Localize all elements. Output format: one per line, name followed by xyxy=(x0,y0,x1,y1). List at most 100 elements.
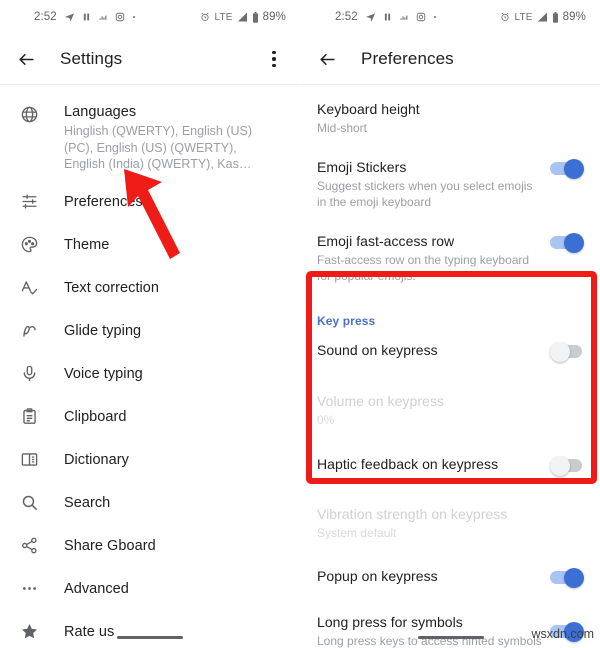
pref-title: Emoji Stickers xyxy=(317,159,407,175)
pause-icon xyxy=(82,12,91,22)
back-arrow-icon[interactable] xyxy=(314,46,340,72)
pref-text: Vibration strength on keypress System de… xyxy=(317,505,584,541)
left-phone-screen: 2:52 LTE 89% Settings Languages Hinglish… xyxy=(0,0,300,648)
instagram-icon xyxy=(416,12,426,22)
sidebar-item-label: Share Gboard xyxy=(64,537,156,554)
sidebar-item-search[interactable]: Search xyxy=(0,482,300,525)
sidebar-item-text: Theme xyxy=(64,224,109,262)
sidebar-item-preferences[interactable]: Preferences xyxy=(0,181,300,224)
page-title: Settings xyxy=(60,49,123,68)
palette-icon xyxy=(16,232,42,258)
toggle-knob xyxy=(550,342,570,362)
gesture-icon xyxy=(16,318,42,344)
sidebar-item-sublabel: Hinglish (QWERTY), English (US) (PC), En… xyxy=(64,124,253,171)
sidebar-item-text: Search xyxy=(64,482,110,520)
pref-row-sound-on-keypress[interactable]: Sound on keypress xyxy=(301,330,600,374)
sidebar-item-label: Voice typing xyxy=(64,365,143,382)
pref-text: Long press for symbols Long press keys t… xyxy=(317,613,550,648)
pref-row-vibration-strength-on-keypress: Vibration strength on keypress System de… xyxy=(301,488,600,547)
status-bar-left: 2:52 LTE 89% xyxy=(0,0,300,34)
toggle-popup-on-keypress[interactable] xyxy=(550,568,584,588)
sidebar-item-text: Voice typing xyxy=(64,353,143,391)
toggle-knob xyxy=(550,456,570,476)
pref-text: Popup on keypress xyxy=(317,567,550,586)
pref-text: Keyboard height Mid-short xyxy=(317,100,584,136)
pref-row-haptic-feedback-on-keypress[interactable]: Haptic feedback on keypress xyxy=(301,444,600,488)
status-time: 2:52 xyxy=(34,11,57,23)
sidebar-item-label: Search xyxy=(64,494,111,511)
sidebar-item-share-gboard[interactable]: Share Gboard xyxy=(0,525,300,568)
pref-title: Long press for symbols xyxy=(317,614,463,630)
sidebar-item-theme[interactable]: Theme xyxy=(0,224,300,267)
dot-icon xyxy=(433,15,437,19)
signal-icon xyxy=(237,12,248,22)
pref-text: Emoji Stickers Suggest stickers when you… xyxy=(317,158,550,210)
sidebar-item-glide-typing[interactable]: Glide typing xyxy=(0,310,300,353)
status-bar-right: 2:52 LTE 89% xyxy=(301,0,600,34)
sidebar-item-label: Preferences xyxy=(64,193,143,210)
toggle-emoji-stickers[interactable] xyxy=(550,159,584,179)
pref-title: Keyboard height xyxy=(317,101,420,117)
toggle-emoji-fast-access-row[interactable] xyxy=(550,233,584,253)
home-indicator xyxy=(417,636,484,639)
sidebar-item-text: Dictionary xyxy=(64,439,129,477)
sidebar-item-dictionary[interactable]: Dictionary xyxy=(0,439,300,482)
sidebar-item-rate-us[interactable]: Rate us xyxy=(0,611,300,648)
alarm-icon xyxy=(200,12,210,22)
battery-icon xyxy=(552,11,559,23)
network-type-label: LTE xyxy=(514,11,533,23)
pref-title: Emoji fast-access row xyxy=(317,233,455,249)
sidebar-item-text: Languages Hinglish (QWERTY), English (US… xyxy=(64,93,279,181)
battery-percent: 89% xyxy=(562,11,586,23)
sidebar-item-clipboard[interactable]: Clipboard xyxy=(0,396,300,439)
more-horizontal-icon xyxy=(16,576,42,602)
pref-sub: Fast-access row on the typing keyboard f… xyxy=(317,253,530,283)
battery-percent: 89% xyxy=(262,11,286,23)
sidebar-item-voice-typing[interactable]: Voice typing xyxy=(0,353,300,396)
pause-icon xyxy=(383,12,392,22)
toggle-knob xyxy=(564,233,584,253)
sliders-icon xyxy=(16,189,42,215)
pref-title: Sound on keypress xyxy=(317,342,438,358)
spellcheck-icon xyxy=(16,275,42,301)
pref-text: Sound on keypress xyxy=(317,341,550,360)
sidebar-item-label: Rate us xyxy=(64,623,115,640)
pref-title: Volume on keypress xyxy=(317,393,444,409)
battery-icon xyxy=(252,11,259,23)
location-arrow-icon xyxy=(365,12,376,23)
pref-row-keyboard-height[interactable]: Keyboard height Mid-short xyxy=(301,89,600,147)
toggle-haptic-feedback-on-keypress[interactable] xyxy=(550,456,584,476)
sidebar-item-languages[interactable]: Languages Hinglish (QWERTY), English (US… xyxy=(0,93,300,181)
toggle-knob xyxy=(564,568,584,588)
pref-title: Vibration strength on keypress xyxy=(317,506,508,522)
pref-sub: System default xyxy=(317,526,397,540)
search-icon xyxy=(16,490,42,516)
back-arrow-icon[interactable] xyxy=(13,46,39,72)
sidebar-item-text-correction[interactable]: Text correction xyxy=(0,267,300,310)
section-header-key-press: Key press xyxy=(317,314,376,328)
settings-list: Languages Hinglish (QWERTY), English (US… xyxy=(0,85,300,648)
notification-icon xyxy=(98,13,108,22)
pref-sub: Mid-short xyxy=(317,121,368,135)
pref-row-volume-on-keypress: Volume on keypress 0% xyxy=(301,374,600,444)
sidebar-item-text: Text correction xyxy=(64,267,159,305)
pref-row-emoji-fast-access-row[interactable]: Emoji fast-access row Fast-access row on… xyxy=(301,221,600,295)
sidebar-item-label: Clipboard xyxy=(64,408,127,425)
sidebar-item-label: Text correction xyxy=(64,279,160,296)
status-bar-right-group: LTE 89% xyxy=(500,11,586,23)
sidebar-item-text: Share Gboard xyxy=(64,525,156,563)
pref-row-popup-on-keypress[interactable]: Popup on keypress xyxy=(301,556,600,600)
status-bar-right-group: LTE 89% xyxy=(200,11,286,23)
instagram-icon xyxy=(115,12,125,22)
pref-sub: 0% xyxy=(317,413,335,427)
dot-icon xyxy=(132,15,136,19)
overflow-menu-icon[interactable] xyxy=(262,46,286,72)
pref-row-emoji-stickers[interactable]: Emoji Stickers Suggest stickers when you… xyxy=(301,147,600,221)
pref-title: Haptic feedback on keypress xyxy=(317,456,499,472)
sidebar-item-advanced[interactable]: Advanced xyxy=(0,568,300,611)
sidebar-item-text: Glide typing xyxy=(64,310,141,348)
toggle-sound-on-keypress[interactable] xyxy=(550,342,584,362)
location-arrow-icon xyxy=(64,12,75,23)
